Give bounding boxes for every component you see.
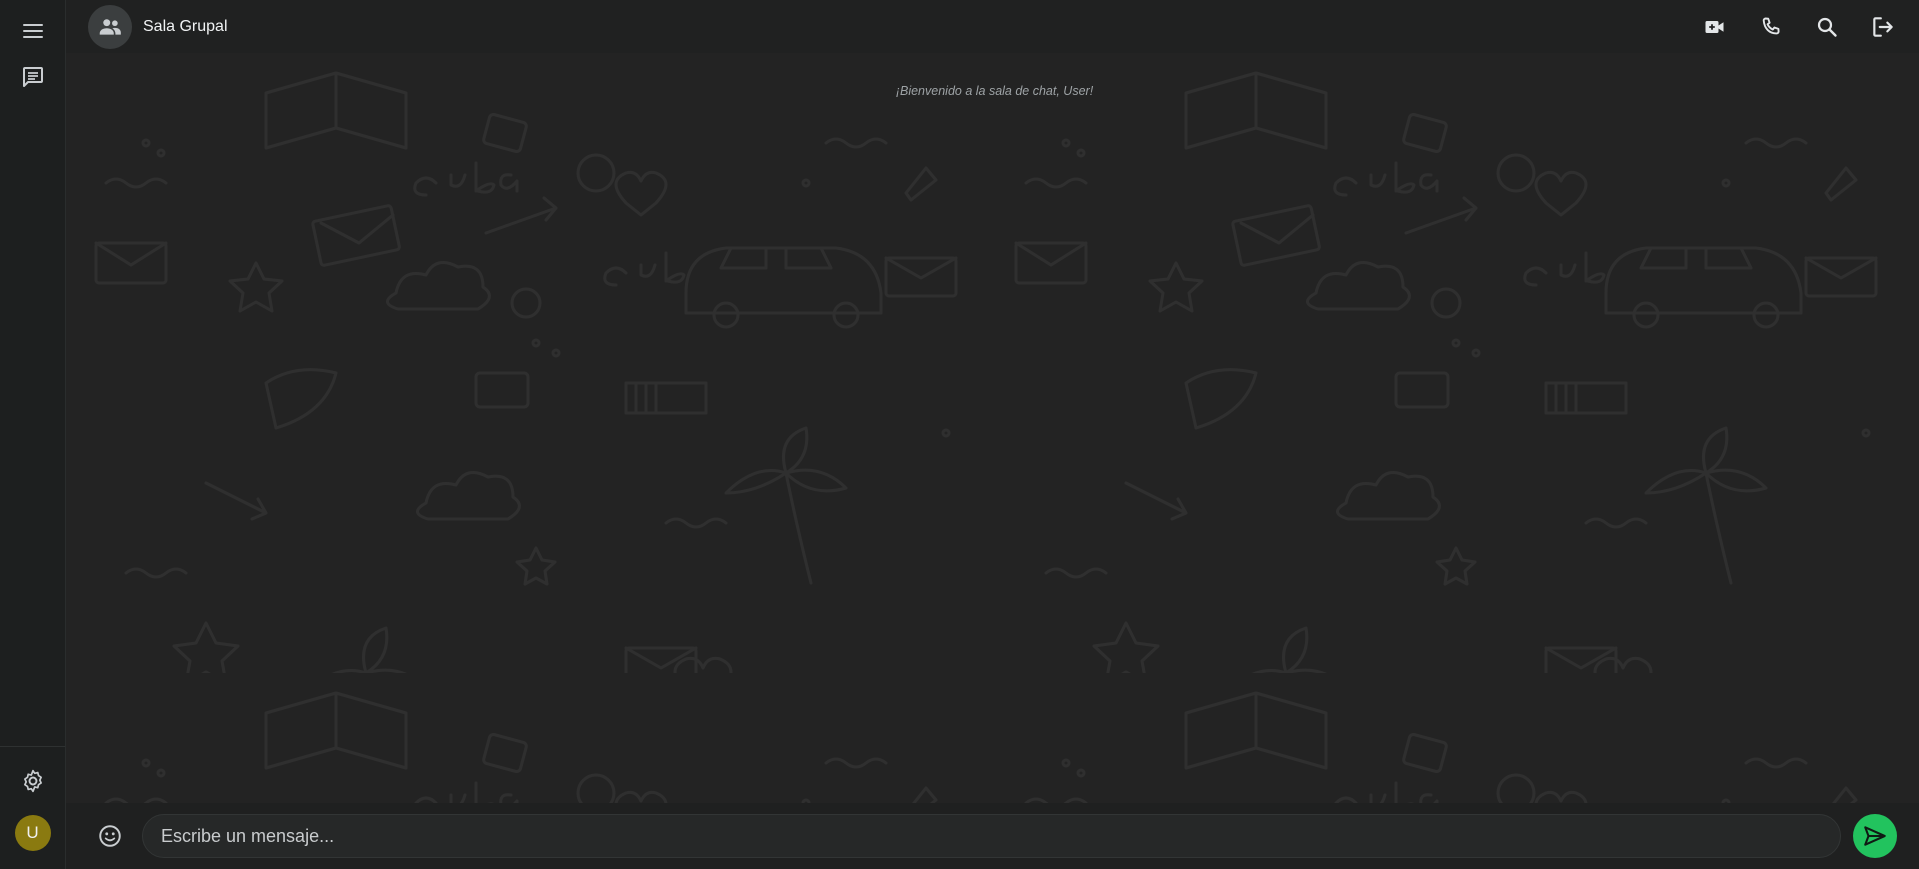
emoji-icon — [99, 825, 121, 847]
room-title: Sala Grupal — [143, 17, 228, 35]
chat-messages-area[interactable]: ¡Bienvenido a la sala de chat, User! — [66, 53, 1919, 803]
search-button[interactable] — [1807, 7, 1847, 47]
chats-button[interactable] — [13, 57, 53, 97]
logout-icon — [1873, 16, 1893, 37]
message-input[interactable] — [142, 814, 1841, 858]
phone-button[interactable] — [1751, 7, 1791, 47]
video-call-button[interactable] — [1695, 7, 1735, 47]
chat-icon — [22, 67, 43, 87]
user-avatar-initial: U — [26, 823, 39, 842]
gear-icon — [23, 769, 42, 793]
group-icon — [99, 18, 121, 35]
header-actions — [1695, 7, 1903, 47]
main-panel: Sala Grupal ¡Bienvenido a la sala de cha… — [66, 0, 1919, 869]
side-rail: U — [0, 0, 66, 869]
group-avatar[interactable] — [88, 4, 132, 49]
settings-button[interactable] — [13, 761, 53, 801]
user-avatar[interactable]: U — [14, 815, 51, 851]
chat-app: U Sala Grupal ¡Bienvenido a la sala de c… — [0, 0, 1919, 869]
send-icon — [1864, 826, 1886, 846]
send-button[interactable] — [1853, 814, 1897, 858]
menu-button[interactable] — [13, 11, 53, 51]
video-call-icon — [1705, 20, 1724, 33]
rail-bottom-group: U — [0, 746, 65, 869]
search-icon — [1817, 17, 1837, 37]
phone-icon — [1762, 17, 1780, 34]
logout-button[interactable] — [1863, 7, 1903, 47]
message-composer — [66, 803, 1919, 869]
emoji-button[interactable] — [94, 820, 126, 852]
rail-top-group — [13, 11, 53, 97]
menu-icon — [22, 24, 43, 38]
chat-header: Sala Grupal — [66, 0, 1919, 53]
welcome-message: ¡Bienvenido a la sala de chat, User! — [895, 84, 1094, 98]
doodle-background — [66, 53, 1919, 803]
